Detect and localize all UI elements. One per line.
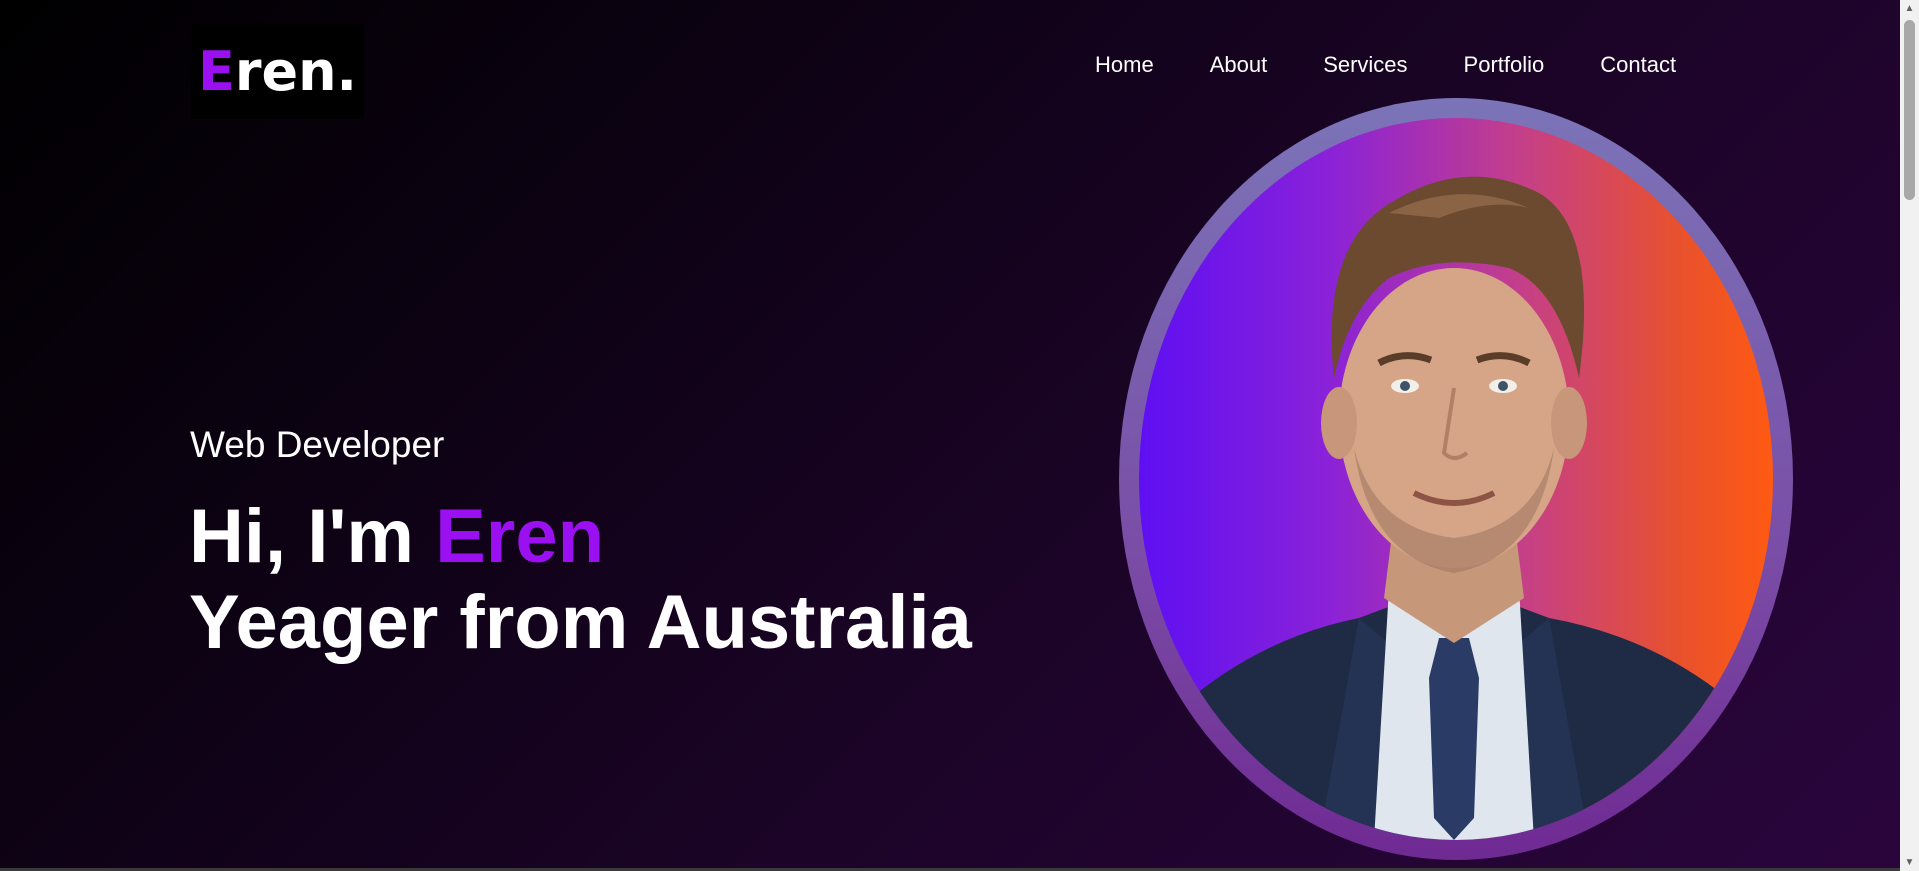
logo[interactable]: Eren.: [191, 24, 364, 119]
hero-role: Web Developer: [190, 424, 445, 465]
scrollbar-thumb[interactable]: [1904, 20, 1915, 200]
nav-item-portfolio[interactable]: Portfolio: [1464, 52, 1545, 78]
page-scrollbar[interactable]: ▲ ▼: [1900, 0, 1919, 871]
hero-line2: Yeager from Australia: [189, 580, 972, 665]
hero-headline: Hi, I'm Eren Yeager from Australia: [189, 494, 972, 666]
portrait-illustration: [1159, 176, 1759, 840]
portrait-photo: [1139, 118, 1773, 840]
portrait-frame: [1119, 98, 1793, 860]
chevron-up-icon[interactable]: ▲: [1900, 0, 1919, 17]
hero-name-highlight: Eren: [435, 494, 605, 579]
page: Eren. Home About Services Portfolio Cont…: [0, 0, 1919, 871]
chevron-down-icon[interactable]: ▼: [1900, 854, 1919, 871]
nav-item-home[interactable]: Home: [1095, 52, 1154, 78]
logo-rest: ren.: [234, 40, 358, 103]
nav-item-services[interactable]: Services: [1323, 52, 1407, 78]
logo-initial: E: [197, 40, 235, 103]
main-nav: Home About Services Portfolio Contact: [1095, 52, 1676, 78]
nav-item-contact[interactable]: Contact: [1600, 52, 1676, 78]
hero-greeting: Hi, I'm: [189, 494, 436, 579]
nav-item-about[interactable]: About: [1210, 52, 1268, 78]
